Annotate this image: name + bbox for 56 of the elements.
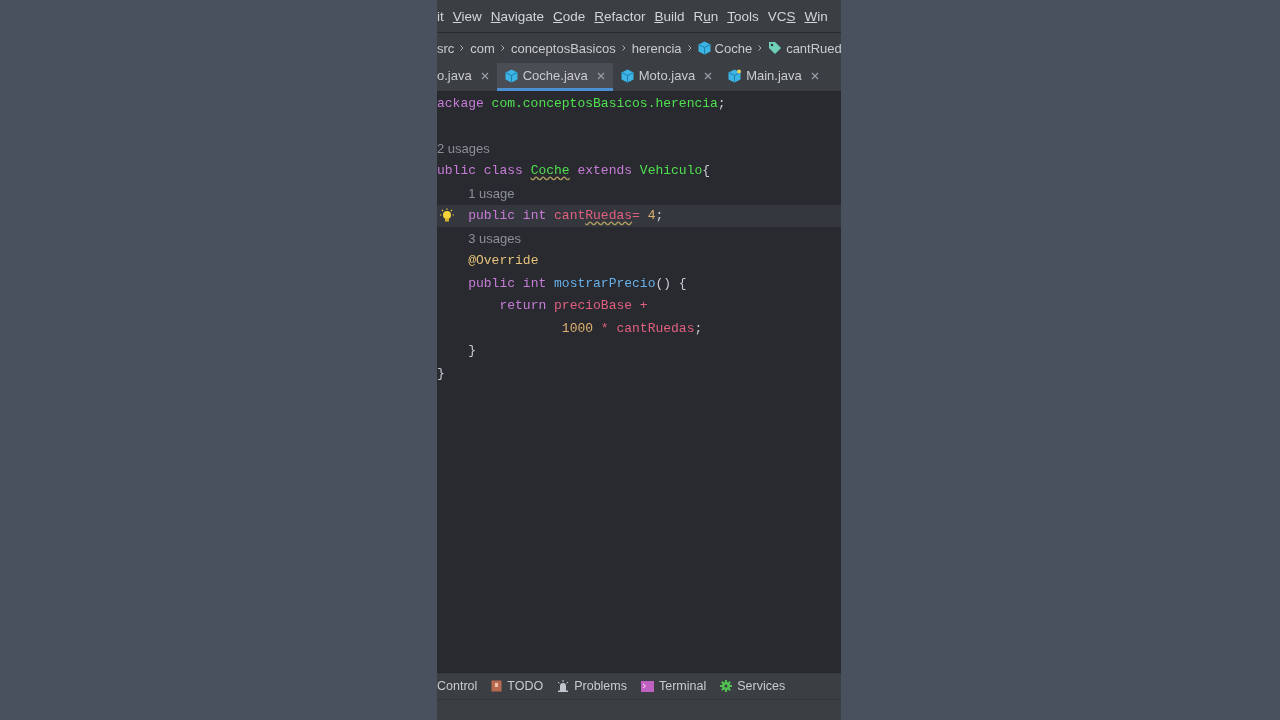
menu-item[interactable]: Code	[553, 8, 586, 24]
code-line: public int mostrarPrecio() {	[468, 275, 687, 291]
menu-item[interactable]: Win	[804, 8, 828, 24]
gear-icon	[720, 680, 733, 692]
close-icon[interactable]	[704, 71, 713, 80]
breadcrumb-item[interactable]: com	[470, 40, 495, 56]
chevron-icon	[460, 45, 465, 51]
chevron-icon	[500, 45, 505, 51]
code-line: ackage com.conceptosBasicos.herencia;	[437, 95, 726, 111]
usage-hint: 3 usages	[468, 230, 521, 246]
tool-window-button[interactable]: Terminal	[641, 679, 707, 693]
cube-icon	[728, 68, 742, 83]
menu-item[interactable]: it	[437, 8, 444, 24]
code-line: @Override	[468, 253, 539, 269]
menu-item[interactable]: Tools	[727, 8, 759, 24]
tool-window-button[interactable]: TODO	[491, 679, 544, 693]
close-icon[interactable]	[596, 71, 605, 80]
editor-tab[interactable]: Main.java	[720, 63, 827, 91]
code-line: }	[437, 365, 445, 381]
usage-hint: 1 usage	[468, 185, 515, 201]
editor-tab[interactable]: Coche.java	[496, 63, 613, 91]
editor-tab[interactable]: Moto.java	[612, 63, 721, 91]
code-line: ublic class Coche extends Vehiculo{	[437, 163, 711, 179]
breadcrumb-item[interactable]: cantRued	[768, 40, 841, 56]
breadcrumb-item[interactable]: Coche	[697, 40, 753, 56]
close-icon[interactable]	[480, 71, 489, 80]
alarm-icon	[557, 680, 570, 692]
chevron-icon	[758, 45, 763, 51]
menu-item[interactable]: Build	[654, 8, 685, 24]
code-line: 1000 * cantRuedas;	[561, 320, 703, 336]
menu-item[interactable]: Run	[693, 8, 719, 24]
tool-window-button[interactable]: Control	[437, 679, 478, 693]
tool-window-button[interactable]: Problems	[557, 679, 627, 693]
menu-item[interactable]: View	[452, 8, 482, 24]
lightbulb-icon[interactable]	[439, 207, 455, 224]
breadcrumb-item[interactable]: conceptosBasicos	[510, 40, 616, 56]
chevron-icon	[687, 45, 692, 51]
breadcrumb-item[interactable]: herencia	[631, 40, 682, 56]
breadcrumb-item[interactable]: src	[437, 40, 455, 56]
cube-icon	[504, 68, 518, 83]
code-line: return precioBase +	[499, 298, 648, 314]
usage-hint: 2 usages	[437, 140, 490, 156]
tool-window-button[interactable]: Services	[720, 679, 786, 693]
cube-icon	[620, 68, 634, 83]
terminal-icon	[641, 680, 654, 692]
chevron-icon	[621, 45, 626, 51]
menu-item[interactable]: Refactor	[594, 8, 646, 24]
menu-item[interactable]: VCS	[767, 8, 796, 24]
cube-icon	[697, 41, 711, 55]
close-icon[interactable]	[810, 71, 819, 80]
editor-tab[interactable]: o.java	[437, 63, 497, 91]
code-line: public int cantRuedas= 4;	[468, 208, 664, 224]
list-icon	[491, 680, 503, 692]
menu-item[interactable]: Navigate	[490, 8, 545, 24]
tag-icon	[768, 41, 783, 55]
code-line: }	[468, 343, 477, 359]
